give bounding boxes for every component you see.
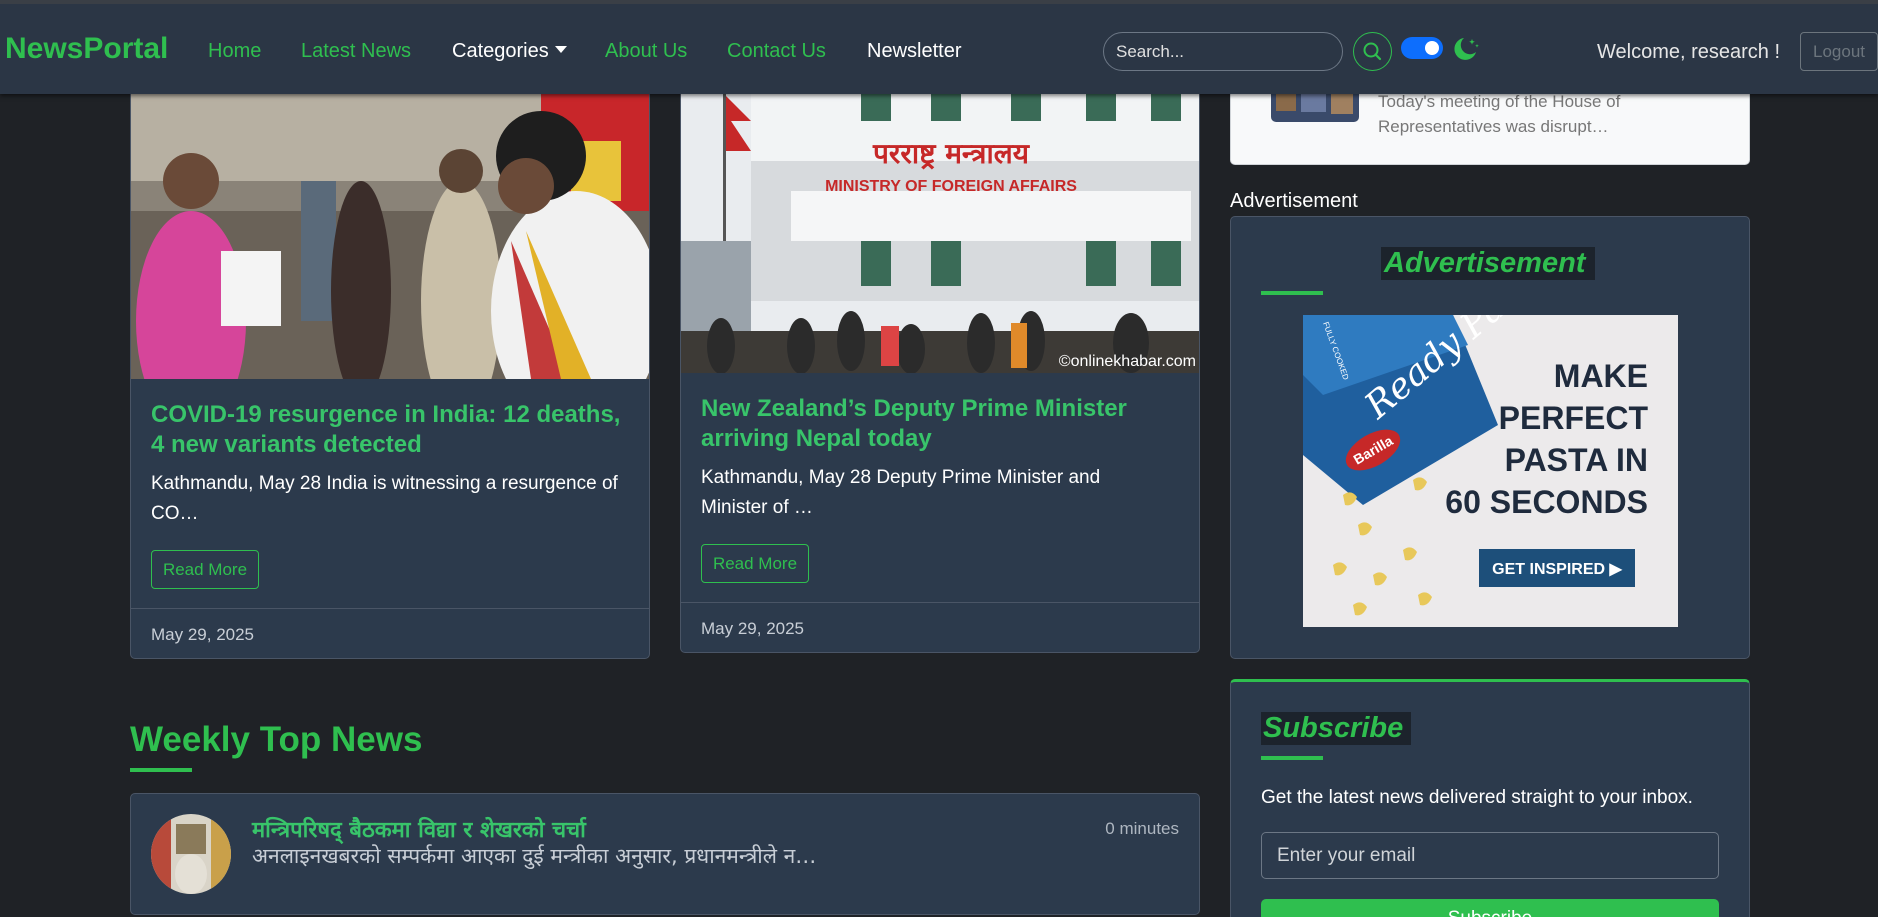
- ad-line-4: 60 SECONDS: [1445, 484, 1648, 520]
- news-card-title[interactable]: COVID-19 resurgence in India: 12 deaths,…: [151, 400, 621, 460]
- subscribe-heading: Subscribe: [1261, 712, 1412, 745]
- advertisement-label: Advertisement: [1230, 190, 1358, 212]
- nav-categories[interactable]: Categories: [452, 40, 567, 63]
- heading-underline: [1261, 291, 1323, 295]
- subscribe-button[interactable]: Subscribe: [1261, 899, 1719, 917]
- email-field[interactable]: [1261, 832, 1719, 879]
- brand-logo[interactable]: NewsPortal: [5, 32, 168, 66]
- nav-home[interactable]: Home: [208, 40, 261, 63]
- nav-contact-us[interactable]: Contact Us: [727, 40, 826, 63]
- dark-mode-toggle[interactable]: [1401, 37, 1443, 59]
- news-card-excerpt: Kathmandu, May 28 India is witnessing a …: [151, 473, 618, 524]
- nav-about-us[interactable]: About Us: [605, 40, 687, 63]
- weekly-news-thumbnail: [151, 814, 231, 894]
- ad-line-3: PASTA IN: [1505, 442, 1648, 478]
- weekly-news-item[interactable]: मन्त्रिपरिषद् बैठकमा विद्या र शेखरको चर्…: [130, 793, 1200, 915]
- logout-button[interactable]: Logout: [1800, 32, 1878, 71]
- news-card-date: May 29, 2025: [151, 625, 255, 644]
- image-sign-nepali: परराष्ट्र मन्त्रालय: [872, 137, 1031, 170]
- ad-line-1: MAKE: [1554, 358, 1648, 394]
- nav-newsletter[interactable]: Newsletter: [867, 40, 961, 63]
- search-button[interactable]: [1353, 32, 1392, 71]
- ad-cta: GET INSPIRED ▶: [1492, 561, 1622, 578]
- news-card-footer: May 29, 2025: [131, 608, 649, 658]
- news-card-image[interactable]: परराष्ट्र मन्त्रालय MINISTRY OF FOREIGN …: [681, 61, 1199, 373]
- news-card-footer: May 29, 2025: [681, 602, 1199, 652]
- image-sign-english: MINISTRY OF FOREIGN AFFAIRS: [825, 178, 1077, 195]
- section-underline: [130, 768, 192, 772]
- advertisement-box: Advertisement Ready Pasta Barilla FULLY …: [1230, 216, 1750, 659]
- chevron-down-icon: [554, 46, 567, 54]
- section-title-weekly: Weekly Top News: [130, 720, 423, 759]
- subscribe-box: Subscribe Get the latest news delivered …: [1230, 679, 1750, 917]
- advertisement-image[interactable]: Ready Pasta Barilla FULLY COOKED MAKE PE…: [1303, 315, 1678, 627]
- welcome-text: Welcome, research !: [1597, 41, 1781, 63]
- news-card-date: May 29, 2025: [701, 619, 805, 638]
- subscribe-description: Get the latest news delivered straight t…: [1261, 787, 1693, 808]
- news-card-excerpt: Kathmandu, May 28 Deputy Prime Minister …: [701, 467, 1101, 518]
- weekly-news-title[interactable]: मन्त्रिपरिषद् बैठकमा विद्या र शेखरको चर्…: [252, 814, 586, 844]
- weekly-news-time: 0 minutes: [1105, 819, 1179, 838]
- toggle-knob: [1425, 41, 1439, 55]
- news-card-image[interactable]: [131, 61, 649, 379]
- navbar: NewsPortal Home Latest News Categories A…: [0, 0, 1878, 94]
- search-input[interactable]: [1103, 32, 1343, 71]
- sidebar-news-item[interactable]: Today's meeting of the House of Represen…: [1230, 85, 1750, 165]
- read-more-button[interactable]: Read More: [701, 544, 809, 583]
- read-more-button[interactable]: Read More: [151, 550, 259, 589]
- news-card-title[interactable]: New Zealand’s Deputy Prime Minister arri…: [701, 394, 1181, 454]
- weekly-news-excerpt: अनलाइनखबरको सम्पर्कमा आएका दुई मन्त्रीका…: [252, 844, 817, 868]
- heading-underline: [1261, 756, 1323, 760]
- search-icon: [1363, 42, 1382, 61]
- news-card: COVID-19 resurgence in India: 12 deaths,…: [130, 60, 650, 659]
- news-card: परराष्ट्र मन्त्रालय MINISTRY OF FOREIGN …: [680, 60, 1200, 653]
- sidebar-news-excerpt: Today's meeting of the House of Represen…: [1378, 92, 1621, 136]
- ad-line-2: PERFECT: [1499, 400, 1649, 436]
- moon-stars-icon: [1454, 38, 1479, 60]
- advertisement-heading: Advertisement: [1381, 247, 1596, 280]
- nav-latest-news[interactable]: Latest News: [301, 40, 411, 63]
- nav-categories-label: Categories: [452, 40, 549, 62]
- image-watermark: ©onlinekhabar.com: [1059, 353, 1196, 370]
